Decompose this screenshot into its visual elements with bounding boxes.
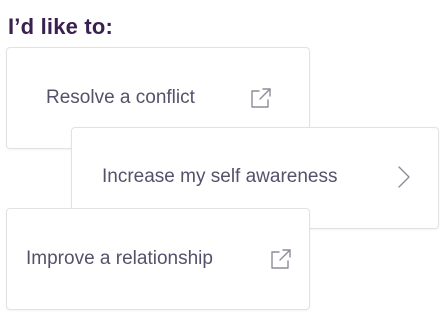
option-card-improve-relationship[interactable]: Improve a relationship [6,208,310,310]
external-link-icon [248,85,274,111]
option-label: Increase my self awareness [102,166,338,187]
page-heading: I’d like to: [8,14,114,39]
chevron-right-icon [391,164,417,190]
option-label: Resolve a conflict [46,87,195,108]
option-label: Improve a relationship [26,248,213,269]
external-link-icon [268,246,294,272]
